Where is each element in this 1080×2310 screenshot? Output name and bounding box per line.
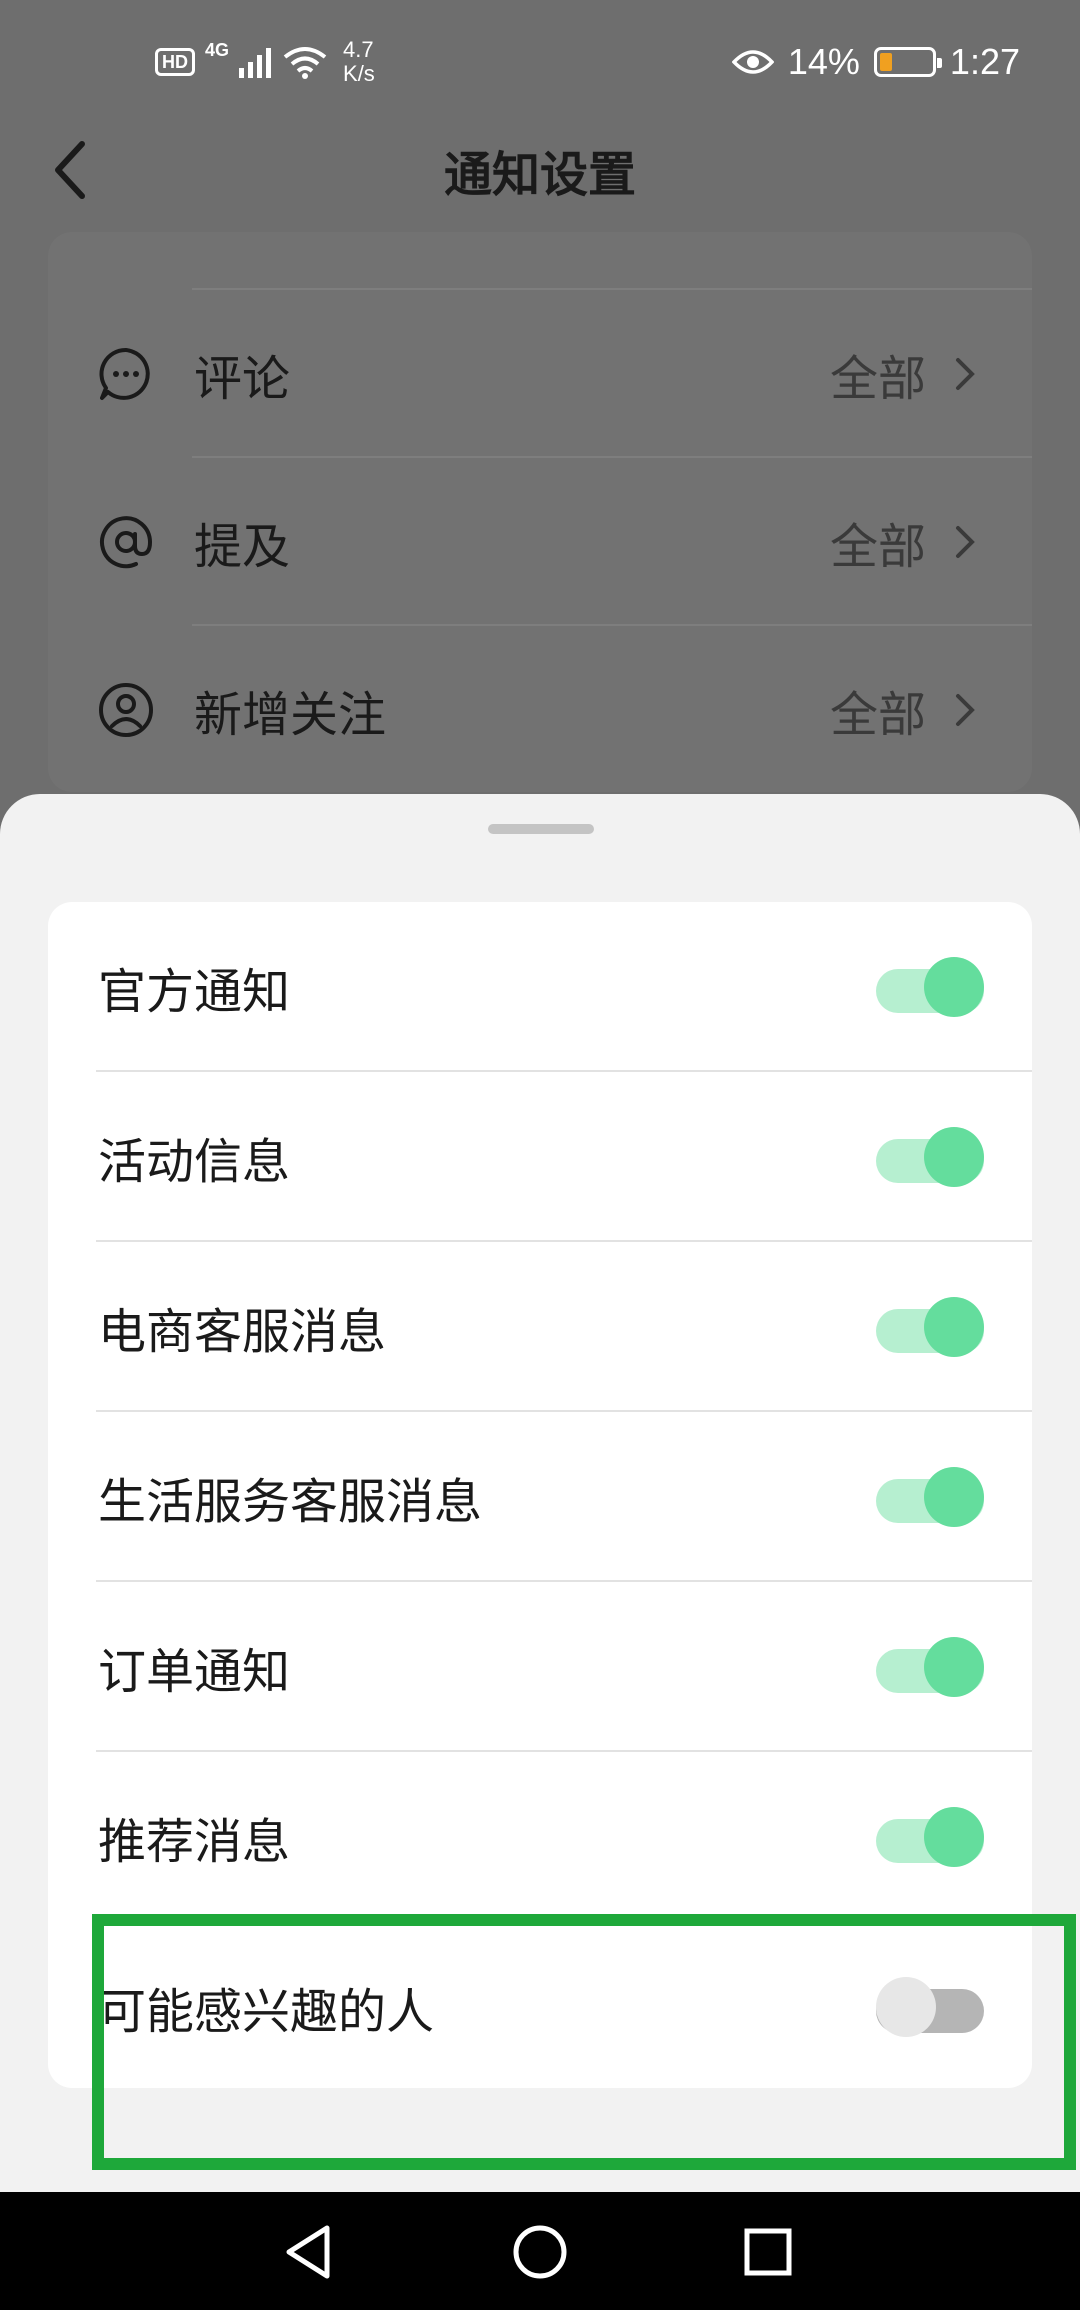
- row-value: 全部: [829, 351, 926, 407]
- settings-row-comments[interactable]: 评论 全部: [48, 290, 1032, 458]
- option-label: 订单通知: [98, 1644, 291, 1700]
- settings-row-mentions[interactable]: 提及 全部: [48, 458, 1032, 626]
- option-row-official: 官方通知: [48, 902, 1032, 1072]
- network-speed: 4.7 K/s: [343, 38, 375, 86]
- option-row-recommendations: 推荐消息: [48, 1752, 1032, 1922]
- speed-unit: K/s: [343, 61, 375, 86]
- toggle-switch[interactable]: [876, 1807, 984, 1867]
- toggle-knob: [924, 1467, 984, 1527]
- status-bar: HD 4G 4.7 K/s 14% 1:27: [0, 0, 1080, 120]
- toggle-knob: [924, 1127, 984, 1187]
- option-label: 电商客服消息: [98, 1304, 387, 1360]
- at-icon: [100, 516, 153, 569]
- sheet-drag-handle[interactable]: [488, 824, 594, 834]
- toggle-switch[interactable]: [876, 1297, 984, 1357]
- row-label: 评论: [194, 351, 291, 407]
- system-nav-bar: [0, 2192, 1080, 2310]
- user-icon: [99, 683, 153, 737]
- settings-row-new-followers[interactable]: 新增关注 全部: [48, 626, 1032, 794]
- option-row-ecommerce-service: 电商客服消息: [48, 1242, 1032, 1412]
- recents-square-icon: [744, 2228, 792, 2276]
- comment-icon: [99, 347, 150, 400]
- option-row-orders: 订单通知: [48, 1582, 1032, 1752]
- signal-icon: [239, 48, 272, 78]
- hd-badge: HD: [155, 48, 195, 76]
- battery-level: [879, 53, 892, 71]
- toggle-knob: [924, 957, 984, 1017]
- back-triangle-icon: [286, 2225, 330, 2279]
- wifi-icon: [283, 47, 327, 79]
- toggle-knob: [924, 1637, 984, 1697]
- options-card: 官方通知 活动信息 电商客服消息 生活服务客服消息 订单通知 推荐消息 可能感兴…: [48, 902, 1032, 2088]
- row-label: 提及: [194, 519, 291, 575]
- battery-icon: [873, 47, 942, 77]
- eye-icon: [731, 50, 774, 74]
- nav-home-button[interactable]: [504, 2216, 576, 2288]
- nav-back-button[interactable]: [272, 2216, 344, 2288]
- row-label: 新增关注: [194, 687, 387, 743]
- battery-percent: 14%: [787, 41, 860, 82]
- nav-recents-button[interactable]: [732, 2216, 804, 2288]
- clock: 1:27: [949, 41, 1020, 82]
- option-label: 推荐消息: [98, 1814, 291, 1870]
- status-right: 14% 1:27: [731, 34, 1020, 90]
- home-circle-icon: [513, 2225, 567, 2279]
- option-label: 活动信息: [98, 1134, 291, 1190]
- toggle-knob: [924, 1807, 984, 1867]
- option-label: 官方通知: [98, 964, 291, 1020]
- speed-value: 4.7: [343, 37, 374, 62]
- page-title: 通知设置: [443, 147, 636, 203]
- row-value: 全部: [829, 687, 926, 743]
- chevron-right-icon: [956, 358, 975, 390]
- chevron-right-icon: [956, 694, 975, 726]
- toggle-switch[interactable]: [876, 1127, 984, 1187]
- toggle-switch[interactable]: [876, 1467, 984, 1527]
- toggle-switch[interactable]: [876, 1637, 984, 1697]
- option-label: 生活服务客服消息: [98, 1474, 483, 1530]
- toggle-switch[interactable]: [876, 957, 984, 1017]
- status-left: HD 4G 4.7 K/s: [155, 34, 375, 90]
- chevron-right-icon: [956, 526, 975, 558]
- option-row-life-service: 生活服务客服消息: [48, 1412, 1032, 1582]
- option-row-activity: 活动信息: [48, 1072, 1032, 1242]
- row-value: 全部: [829, 519, 926, 575]
- network-type: 4G: [205, 39, 230, 60]
- highlight-box: [92, 1914, 1076, 2170]
- toggle-knob: [924, 1297, 984, 1357]
